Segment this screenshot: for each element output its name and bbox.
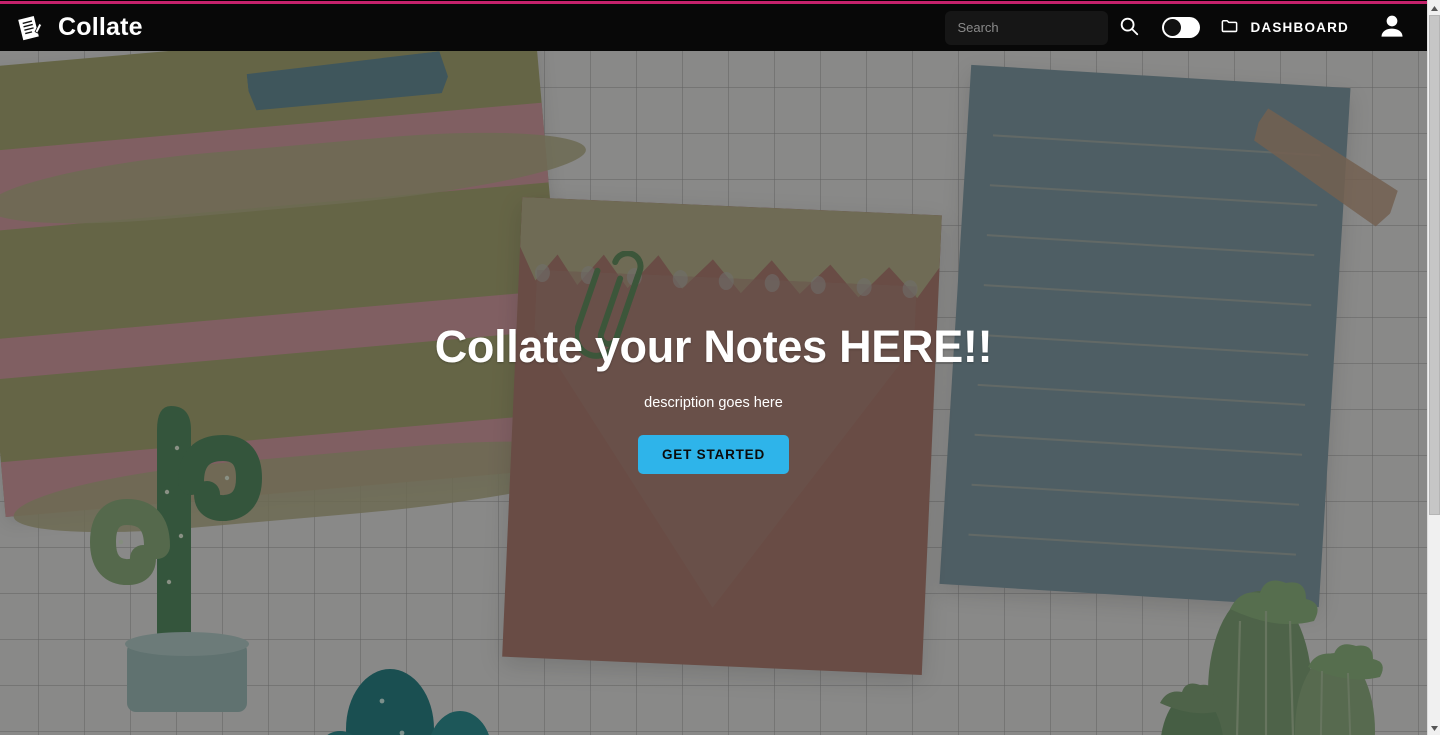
dashboard-nav-link[interactable]: DASHBOARD bbox=[1220, 16, 1349, 40]
scrollbar-thumb[interactable] bbox=[1429, 15, 1440, 515]
scrollbar-track[interactable] bbox=[1428, 15, 1440, 720]
user-avatar-icon bbox=[1377, 11, 1407, 44]
top-navbar: Collate Search DASHBOARD bbox=[0, 4, 1427, 51]
folder-icon bbox=[1220, 16, 1239, 40]
dashboard-nav-label: DASHBOARD bbox=[1250, 20, 1349, 35]
vertical-scrollbar[interactable] bbox=[1427, 0, 1440, 735]
top-accent-bar bbox=[0, 1, 1427, 4]
search-input[interactable] bbox=[945, 10, 1109, 45]
hero-content: Collate your Notes HERE!! description go… bbox=[0, 51, 1427, 735]
theme-toggle-switch[interactable] bbox=[1162, 17, 1201, 38]
brand-logo-link[interactable]: Collate bbox=[14, 13, 143, 43]
chevron-down-icon bbox=[1430, 719, 1439, 735]
search-icon bbox=[1118, 15, 1140, 40]
hero-title: Collate your Notes HERE!! bbox=[434, 321, 993, 372]
scroll-up-button[interactable] bbox=[1428, 0, 1440, 15]
scroll-down-button[interactable] bbox=[1428, 720, 1440, 735]
navbar-actions: DASHBOARD bbox=[945, 4, 1427, 51]
toggle-switch-icon bbox=[1163, 18, 1183, 37]
hero-section: Collate your Notes HERE!! description go… bbox=[0, 51, 1427, 735]
get-started-button[interactable]: GET STARTED bbox=[637, 434, 790, 474]
search-button[interactable] bbox=[1108, 7, 1150, 49]
notepad-icon bbox=[14, 13, 44, 43]
hero-subtitle: description goes here bbox=[644, 394, 783, 411]
brand-title: Collate bbox=[58, 13, 143, 41]
account-button[interactable] bbox=[1375, 11, 1409, 45]
page-root: Collate Search DASHBOARD Collate your No… bbox=[0, 0, 1440, 735]
